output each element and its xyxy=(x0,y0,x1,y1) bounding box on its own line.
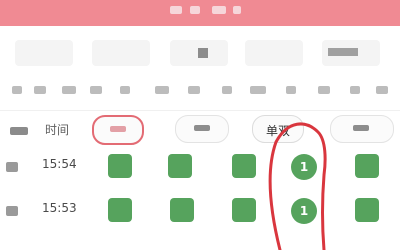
table-row[interactable]: 15:54 1 xyxy=(0,146,400,190)
tab-1[interactable] xyxy=(15,40,73,66)
result-icon xyxy=(108,198,132,222)
result-circle: 1 xyxy=(291,154,317,180)
time-label: 时间 xyxy=(45,123,70,137)
result-icon xyxy=(108,154,132,178)
result-icon xyxy=(355,198,379,222)
row-time: 15:53 xyxy=(42,201,77,215)
tab-2[interactable] xyxy=(92,40,150,66)
top-tabs xyxy=(0,34,400,70)
subrow-blur-11 xyxy=(318,86,330,94)
header-blur-4 xyxy=(233,6,241,14)
subrow-blur-5 xyxy=(120,86,130,94)
result-icon xyxy=(232,154,256,178)
filter-chip-1-blur xyxy=(110,126,126,132)
row-index-blur xyxy=(6,162,18,172)
tab-5[interactable] xyxy=(322,40,380,66)
row-index-blur xyxy=(6,206,18,216)
result-icon xyxy=(168,154,192,178)
result-value: 1 xyxy=(299,204,309,218)
subrow-blur-2 xyxy=(34,86,46,94)
filter-icon xyxy=(10,127,28,135)
subrow xyxy=(0,76,400,102)
app-header xyxy=(0,0,400,26)
tab-3-blur xyxy=(198,48,208,58)
filter-chip-selected-label: 单双 xyxy=(265,124,290,138)
result-icon xyxy=(170,198,194,222)
filter-chip-2-blur xyxy=(194,125,210,131)
row-time: 15:54 xyxy=(42,157,77,171)
subrow-blur-3 xyxy=(62,86,76,94)
subrow-blur-12 xyxy=(350,86,360,94)
subrow-blur-9 xyxy=(250,86,266,94)
subrow-blur-1 xyxy=(12,86,22,94)
subrow-blur-6 xyxy=(155,86,169,94)
filter-chip-4[interactable] xyxy=(330,115,394,143)
subrow-blur-4 xyxy=(90,86,102,94)
result-circle: 1 xyxy=(291,198,317,224)
subrow-blur-8 xyxy=(222,86,232,94)
result-value: 1 xyxy=(299,160,309,174)
subrow-blur-7 xyxy=(188,86,200,94)
filter-row: 时间 单双 xyxy=(0,110,400,147)
tab-5-blur xyxy=(328,48,358,56)
tab-4[interactable] xyxy=(245,40,303,66)
filter-chip-selected[interactable]: 单双 xyxy=(252,115,304,143)
result-icon xyxy=(355,154,379,178)
result-icon xyxy=(232,198,256,222)
subrow-blur-10 xyxy=(286,86,296,94)
filter-chip-2[interactable] xyxy=(175,115,229,143)
filter-chip-4-blur xyxy=(353,125,369,131)
header-blur-2 xyxy=(190,6,200,14)
tab-3[interactable] xyxy=(170,40,228,66)
filter-chip-1[interactable] xyxy=(92,115,144,145)
header-blur-1 xyxy=(170,6,182,14)
subrow-blur-13 xyxy=(376,86,388,94)
header-blur-3 xyxy=(212,6,226,14)
table-row[interactable]: 15:53 1 xyxy=(0,190,400,234)
